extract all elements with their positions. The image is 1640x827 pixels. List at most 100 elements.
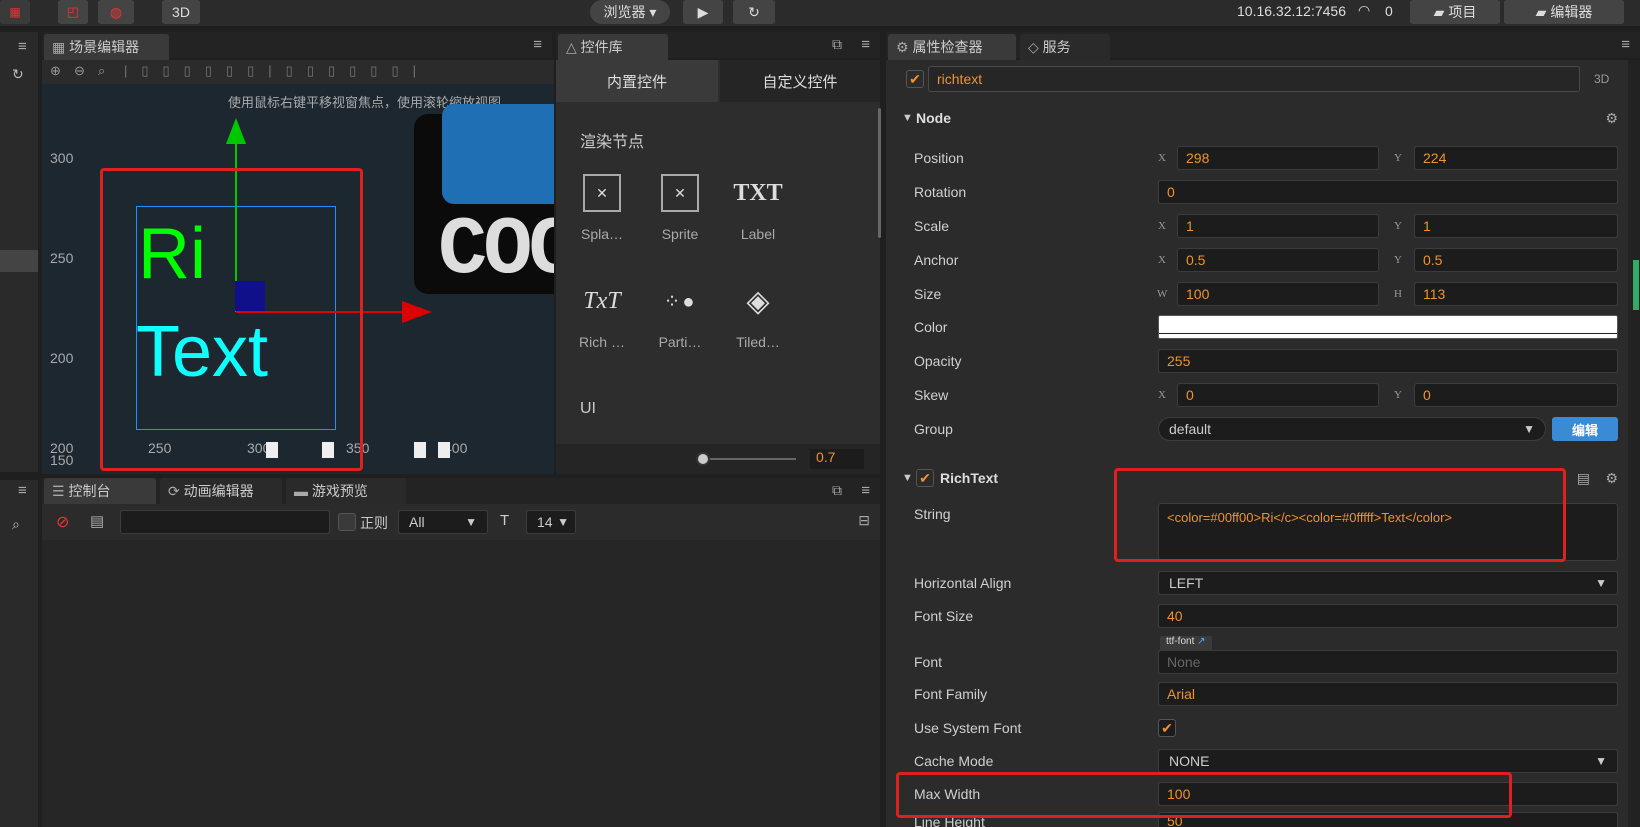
search-icon[interactable]: ⌕ — [12, 516, 20, 533]
selected-node-row[interactable] — [0, 250, 38, 272]
tab-service[interactable]: ◇ 服务 — [1020, 34, 1110, 60]
regex-checkbox[interactable] — [338, 513, 356, 531]
align-tools[interactable]: |▯▯▯▯▯▯|▯▯▯▯▯▯| — [124, 63, 430, 79]
opacity-input[interactable]: 255 — [1158, 349, 1618, 373]
axis-h-label: H — [1394, 288, 1402, 300]
label-icon: TXT — [733, 179, 783, 206]
console-filter-input[interactable] — [120, 510, 330, 534]
doc-book-icon[interactable]: ▤ — [1577, 470, 1590, 487]
position-x-input[interactable]: 298 — [1177, 146, 1379, 170]
halign-select[interactable]: LEFT ▼ — [1158, 571, 1618, 595]
library-menu-icon[interactable]: ≡ — [861, 36, 870, 53]
group-edit-button[interactable]: 编辑 — [1552, 417, 1618, 441]
anchor-x-input[interactable]: 0.5 — [1177, 248, 1379, 272]
widget-particle[interactable]: ⁘● Parti… — [645, 276, 715, 351]
widget-richtext[interactable]: TxT Rich … — [567, 276, 637, 351]
font-asset-input[interactable]: None — [1158, 650, 1618, 674]
collapse-triangle-icon: ▼ — [902, 472, 913, 484]
scroll-thumb[interactable] — [1633, 260, 1639, 310]
skew-x-input[interactable]: 0 — [1177, 383, 1379, 407]
settings-gear-icon[interactable]: ⚙ — [1605, 470, 1618, 487]
group-select[interactable]: default ▼ — [1158, 417, 1546, 441]
editor-button[interactable]: ▰ 编辑器 — [1504, 0, 1624, 24]
scale-y-input[interactable]: 1 — [1414, 214, 1618, 238]
node-active-checkbox[interactable]: ✔ — [906, 70, 924, 88]
zoom-slider-handle[interactable] — [696, 452, 710, 466]
zoom-reset-icon[interactable]: ⌕ — [98, 63, 105, 79]
scale-x-input[interactable]: 1 — [1177, 214, 1379, 238]
zoom-slider-track[interactable] — [696, 458, 796, 460]
widget-splash[interactable]: ✕ Spla… — [567, 168, 637, 242]
tab-widget-library[interactable]: △ 控件库 — [558, 34, 668, 60]
globe-mode-icon[interactable]: ◍ — [98, 0, 134, 24]
anchor-y-input[interactable]: 0.5 — [1414, 248, 1618, 272]
app-menu-icon[interactable]: ▦ — [0, 0, 30, 24]
play-button[interactable]: ▶ — [683, 0, 723, 24]
scene-mode-icon[interactable]: ◰ — [58, 0, 88, 24]
refresh-button[interactable]: ↻ — [733, 0, 775, 24]
node-3d-toggle[interactable]: 3D — [1594, 72, 1609, 86]
ttf-font-tag[interactable]: ttf-font ↗ — [1160, 636, 1212, 650]
node-section-title: Node — [916, 110, 951, 126]
project-button[interactable]: ▰ 项目 — [1410, 0, 1500, 24]
widget-sprite[interactable]: ✕ Sprite — [645, 168, 715, 242]
tab-custom[interactable]: 自定义控件 — [720, 60, 880, 102]
axis-y-label: Y — [1394, 254, 1402, 266]
tab-game-preview[interactable]: ▬ 游戏预览 — [286, 478, 406, 504]
browser-dropdown[interactable]: 浏览器 ▾ — [590, 0, 670, 24]
cache-mode-select[interactable]: NONE ▼ — [1158, 749, 1618, 773]
node-name-input[interactable]: richtext — [928, 66, 1580, 92]
library-scrollbar[interactable] — [878, 108, 881, 238]
tab-scene-editor[interactable]: ▦ 场景编辑器 — [44, 34, 169, 60]
menu-icon[interactable]: ≡ — [18, 482, 27, 499]
richtext-section-title: RichText — [940, 470, 999, 486]
refresh-icon[interactable]: ↻ — [12, 66, 24, 83]
rotation-row: Rotation 0 — [896, 177, 1624, 207]
system-font-checkbox[interactable]: ✔ — [1158, 719, 1176, 737]
clear-icon[interactable]: ⊘ — [56, 512, 69, 532]
refresh-icon: ↻ — [748, 3, 760, 20]
inspector-scrollbar[interactable] — [1628, 60, 1640, 827]
skew-y-input[interactable]: 0 — [1414, 383, 1618, 407]
zoom-out-icon[interactable]: ⊖ — [74, 63, 85, 79]
settings-gear-icon[interactable]: ⚙ — [1605, 110, 1618, 127]
font-family-input[interactable]: Arial — [1158, 682, 1618, 706]
color-swatch[interactable] — [1158, 315, 1618, 339]
zoom-in-icon[interactable]: ⊕ — [50, 63, 61, 79]
scene-tabbar: ▦ 场景编辑器 ≡ — [42, 32, 552, 60]
collapse-icon[interactable]: ⊟ — [858, 512, 870, 529]
wifi-icon: ◠ — [1358, 2, 1371, 18]
tab-inspector[interactable]: ⚙ 属性检查器 — [888, 34, 1016, 60]
tab-animation[interactable]: ⟳ 动画编辑器 — [160, 478, 282, 504]
size-h-input[interactable]: 113 — [1414, 282, 1618, 306]
color-label: Color — [914, 319, 948, 335]
x-arrow-icon[interactable] — [402, 301, 432, 323]
popout-icon[interactable]: ⧉ — [832, 36, 842, 53]
rotation-input[interactable]: 0 — [1158, 180, 1618, 204]
size-w-input[interactable]: 100 — [1177, 282, 1379, 306]
console-log-area[interactable] — [42, 540, 880, 827]
widget-tiled[interactable]: ◈ Tiled… — [723, 276, 793, 351]
node-section-header[interactable]: ▼ Node ⚙ — [896, 104, 1624, 132]
widget-label[interactable]: TXT Label — [723, 168, 793, 243]
rotation-label: Rotation — [914, 184, 967, 200]
inspector-menu-icon[interactable]: ≡ — [1621, 36, 1630, 53]
mode-3d-button[interactable]: 3D — [162, 0, 200, 24]
font-size-label: Font Size — [914, 608, 974, 624]
zoom-value[interactable]: 0.7 — [810, 449, 864, 469]
log-file-icon[interactable]: ▤ — [90, 512, 104, 530]
logo-blue-shape — [442, 104, 554, 204]
richtext-enabled-checkbox[interactable]: ✔ — [916, 469, 934, 487]
menu-icon[interactable]: ≡ — [18, 38, 27, 55]
font-size-input[interactable]: 40 — [1158, 604, 1618, 628]
tab-console[interactable]: ☰ 控制台 — [44, 478, 156, 504]
console-menu-icon[interactable]: ≡ — [861, 482, 870, 499]
console-font-size-select[interactable]: 14 ▼ — [526, 510, 576, 534]
scene-menu-icon[interactable]: ≡ — [533, 36, 542, 53]
popout-icon[interactable]: ⧉ — [832, 482, 842, 499]
log-level-select[interactable]: All ▼ — [398, 510, 488, 534]
y-arrow-icon[interactable] — [226, 118, 246, 144]
tab-builtin[interactable]: 内置控件 — [556, 60, 718, 102]
richtext-icon: TxT — [583, 287, 621, 314]
position-y-input[interactable]: 224 — [1414, 146, 1618, 170]
